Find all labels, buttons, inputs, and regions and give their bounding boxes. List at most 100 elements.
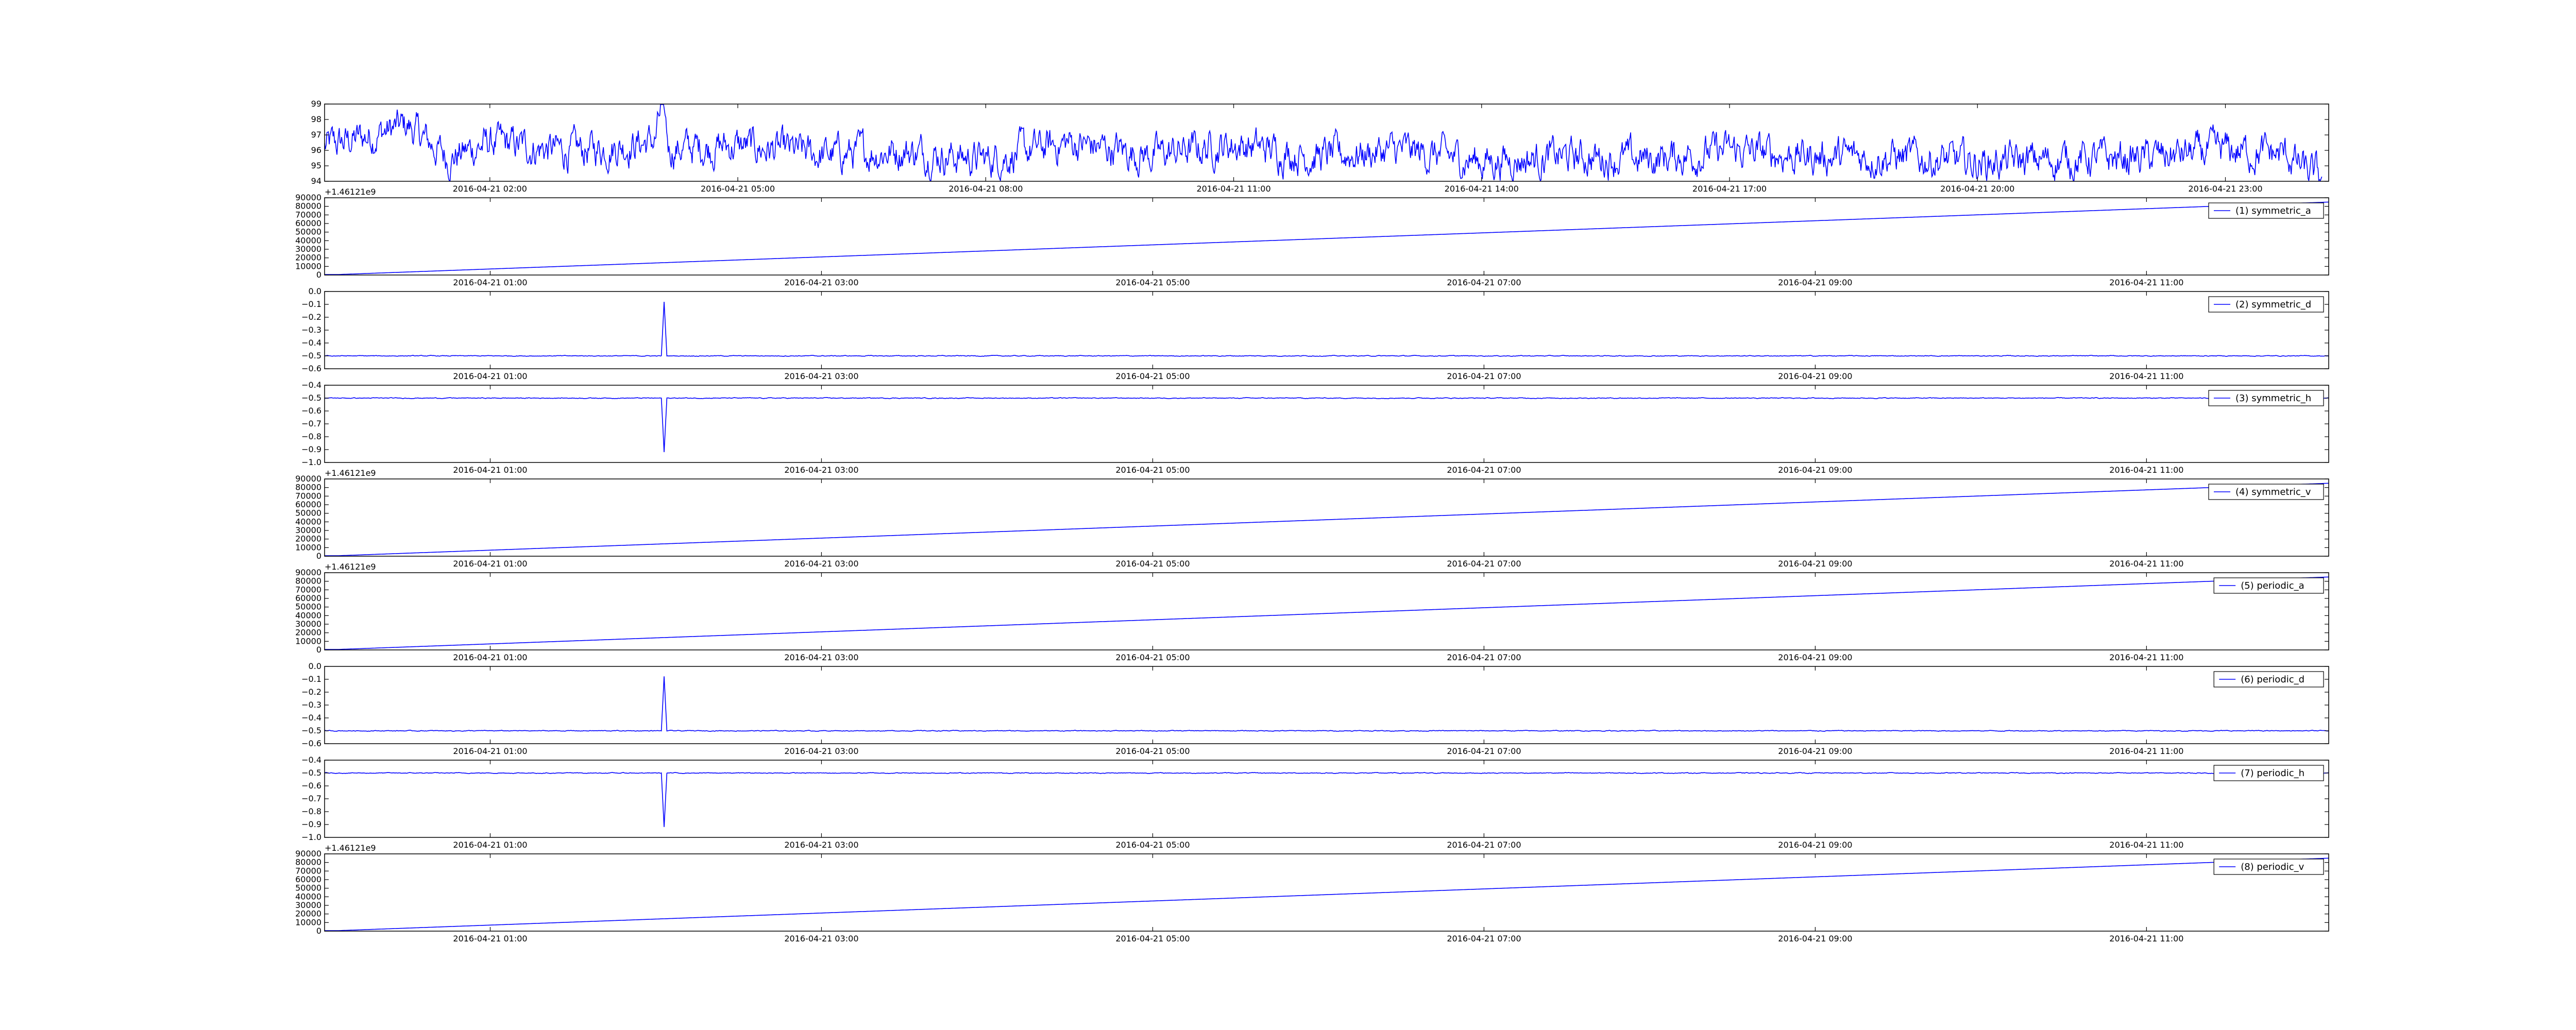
x-tick-label: 2016-04-21 01:00	[453, 934, 527, 943]
y-tick-label: 30000	[295, 619, 321, 629]
x-tick-label: 2016-04-21 11:00	[2109, 465, 2183, 475]
y-tick-label: 90000	[295, 568, 321, 577]
series-line-8	[324, 772, 2329, 827]
x-tick-label: 2016-04-21 03:00	[784, 653, 858, 662]
y-tick-label: 97	[311, 130, 321, 140]
x-tick-label: 2016-04-21 11:00	[2109, 278, 2183, 287]
x-tick-label: 2016-04-21 05:00	[1115, 559, 1190, 569]
y-tick-label: −0.9	[301, 444, 321, 454]
x-tick-label: 2016-04-21 09:00	[1778, 559, 1852, 569]
x-tick-label: 2016-04-21 03:00	[784, 371, 858, 381]
y-tick-label: −0.5	[301, 726, 321, 735]
y-tick-label: −0.4	[301, 338, 321, 348]
y-tick-label: −0.6	[301, 364, 321, 373]
y-tick-label: 0	[316, 551, 321, 561]
x-tick-label: 2016-04-21 01:00	[453, 840, 527, 850]
y-tick-label: −1.0	[301, 457, 321, 467]
y-tick-label: 20000	[295, 628, 321, 638]
axes-frame	[324, 853, 2329, 932]
y-tick-label: 0	[316, 645, 321, 655]
y-tick-label: −0.1	[301, 674, 321, 684]
y-tick-label: 90000	[295, 849, 321, 859]
y-tick-label: 20000	[295, 534, 321, 544]
y-tick-label: 10000	[295, 917, 321, 927]
y-tick-label: 40000	[295, 891, 321, 901]
y-tick-label: −0.7	[301, 794, 321, 803]
y-tick-label: 95	[311, 161, 321, 170]
x-tick-label: 2016-04-21 17:00	[1692, 184, 1767, 194]
y-offset-label: +1.46121e9	[325, 843, 376, 853]
y-offset-label: +1.46121e9	[325, 468, 376, 478]
subplot-5: 0100002000030000400005000060000700008000…	[295, 468, 2329, 569]
y-tick-label: 40000	[295, 235, 321, 245]
series-line-3	[324, 301, 2329, 357]
series-line-1	[324, 104, 2323, 182]
y-tick-label: −0.6	[301, 739, 321, 748]
y-tick-label: −0.5	[301, 768, 321, 778]
y-tick-label: −0.5	[301, 393, 321, 403]
y-tick-label: 60000	[295, 500, 321, 509]
y-tick-label: 10000	[295, 542, 321, 552]
x-tick-label: 2016-04-21 01:00	[453, 371, 527, 381]
axes-frame	[324, 197, 2329, 276]
legend: (1) symmetric_a	[2208, 202, 2324, 219]
y-tick-label: 50000	[295, 508, 321, 518]
x-tick-label: 2016-04-21 01:00	[453, 465, 527, 475]
x-tick-label: 2016-04-21 05:00	[1115, 840, 1190, 850]
y-tick-label: 0.0	[309, 661, 321, 671]
x-tick-label: 2016-04-21 20:00	[1940, 184, 2014, 194]
subplot-3: −0.6 −0.5 −0.4 −0.3 −0.2 −0.1 0.0 2016-04-21 01…	[301, 286, 2329, 381]
y-tick-label: −0.7	[301, 419, 321, 428]
x-tick-label: 2016-04-21 03:00	[784, 278, 858, 287]
y-tick-label: 70000	[295, 866, 321, 876]
x-tick-label: 2016-04-21 08:00	[948, 184, 1023, 194]
y-tick-label: −0.9	[301, 819, 321, 829]
y-offset-label: +1.46121e9	[325, 562, 376, 572]
x-tick-label: 2016-04-21 11:00	[2109, 653, 2183, 662]
y-offset-label: +1.46121e9	[325, 187, 376, 197]
y-tick-label: 96	[311, 145, 321, 155]
x-tick-label: 2016-04-21 05:00	[1115, 934, 1190, 943]
axes-frame	[324, 104, 2329, 182]
axes-frame	[324, 478, 2329, 557]
x-tick-label: 2016-04-21 01:00	[453, 746, 527, 756]
x-tick-label: 2016-04-21 02:00	[453, 184, 527, 194]
subplot-6: 0100002000030000400005000060000700008000…	[295, 562, 2329, 662]
y-tick-label: 80000	[295, 201, 321, 211]
x-tick-label: 2016-04-21 05:00	[1115, 465, 1190, 475]
axes-frame	[324, 760, 2329, 838]
x-tick-label: 2016-04-21 23:00	[2188, 184, 2262, 194]
axes-frame	[324, 291, 2329, 369]
subplot-2: 0100002000030000400005000060000700008000…	[295, 187, 2329, 287]
y-tick-label: 50000	[295, 883, 321, 893]
y-tick-label: 30000	[295, 525, 321, 535]
y-tick-label: −0.4	[301, 755, 321, 765]
x-tick-label: 2016-04-21 07:00	[1447, 465, 1521, 475]
y-tick-label: 80000	[295, 857, 321, 867]
y-tick-label: 20000	[295, 909, 321, 919]
y-tick-label: 0	[316, 926, 321, 936]
legend: (5) periodic_a	[2213, 577, 2324, 594]
x-tick-label: 2016-04-21 03:00	[784, 934, 858, 943]
legend-label: (8) periodic_v	[2241, 862, 2304, 872]
x-tick-label: 2016-04-21 07:00	[1447, 278, 1521, 287]
series-line-4	[324, 397, 2329, 452]
y-tick-label: 30000	[295, 244, 321, 254]
series-line-2	[325, 201, 2329, 275]
y-tick-label: 70000	[295, 491, 321, 501]
x-tick-label: 2016-04-21 11:00	[2109, 559, 2183, 569]
y-tick-label: −0.8	[301, 806, 321, 816]
y-tick-label: −0.8	[301, 432, 321, 441]
x-tick-label: 2016-04-21 01:00	[453, 559, 527, 569]
subplot-7: −0.6 −0.5 −0.4 −0.3 −0.2 −0.1 0.0 2016-04-21 01…	[301, 661, 2329, 756]
y-tick-label: −0.1	[301, 299, 321, 309]
y-tick-label: 98	[311, 114, 321, 124]
x-tick-label: 2016-04-21 09:00	[1778, 465, 1852, 475]
y-tick-label: 60000	[295, 218, 321, 228]
y-tick-label: −0.4	[301, 713, 321, 723]
y-tick-label: −0.2	[301, 312, 321, 322]
y-tick-label: 94	[311, 176, 321, 186]
legend-label: (2) symmetric_d	[2235, 299, 2311, 310]
y-tick-label: 70000	[295, 210, 321, 219]
y-tick-label: 80000	[295, 483, 321, 492]
